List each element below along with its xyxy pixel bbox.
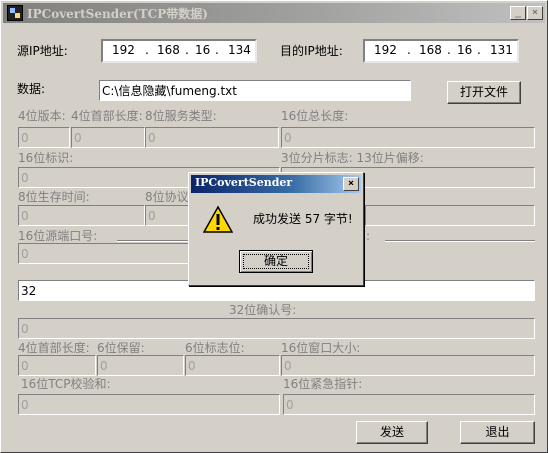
dialog-message: 成功发送 57 字节!	[253, 212, 353, 226]
flags-label: 6位标志位:	[185, 341, 245, 355]
src-port-field[interactable]: 0	[18, 243, 190, 264]
version-label: 4位版本:	[18, 109, 66, 123]
protocol-label: 8位协议	[145, 190, 189, 204]
window-title: IPCovertSender(TCP带数据)	[27, 7, 208, 21]
src-ip-octet-4: 134	[228, 43, 251, 57]
dialog-title-bar[interactable]: IPCovertSender ×	[191, 175, 361, 193]
window-size-label: 16位窗口大小:	[281, 341, 361, 355]
src-ip-octet-2: 168	[157, 43, 180, 57]
tcp-header-len-label: 4位首部长度:	[18, 341, 90, 355]
src-ip-label: 源IP地址:	[17, 44, 68, 58]
dst-ip-octet-4: 131	[490, 43, 513, 57]
file-path-input[interactable]: C:\信息隐藏\fumeng.txt	[99, 80, 411, 101]
dst-ip-label: 目的IP地址:	[280, 44, 343, 58]
ip-header-len-label: 4位首部长度:	[71, 109, 143, 123]
ttl-label: 8位生存时间:	[18, 190, 90, 204]
minimize-button[interactable]: _	[510, 6, 526, 20]
tcp-checksum-field[interactable]: 0	[18, 394, 280, 415]
protocol-field[interactable]: 0	[145, 205, 191, 226]
tcp-checksum-label: 16位TCP校验和:	[21, 377, 111, 391]
warning-icon	[203, 205, 233, 233]
tos-label: 8位服务类型:	[145, 109, 217, 123]
dialog-close-button[interactable]: ×	[343, 177, 359, 191]
close-button[interactable]: ×	[527, 6, 543, 20]
ttl-field[interactable]: 0	[18, 205, 145, 226]
ack-label: 32位确认号:	[229, 303, 297, 317]
urgent-pointer-label: 16位紧急指针:	[283, 377, 363, 391]
dialog-ok-button[interactable]: 确定	[239, 250, 313, 273]
frag-label: 3位分片标志: 13位片偏移:	[281, 151, 424, 165]
dst-ip-octet-3: 16	[457, 43, 473, 57]
total-len-label: 16位总长度:	[281, 109, 349, 123]
dst-ip-octet-2: 168	[419, 43, 442, 57]
src-ip-field[interactable]: 192 . 168 . 16 . 134	[101, 39, 257, 63]
reserved-field[interactable]: 0	[97, 355, 184, 376]
dst-port-label-tail: :	[366, 229, 371, 243]
open-file-button[interactable]: 打开文件	[447, 81, 521, 104]
tcp-header-len-field[interactable]: 0	[18, 355, 96, 376]
flags-field[interactable]: 0	[185, 355, 280, 376]
reserved-label: 6位保留:	[97, 341, 145, 355]
divider	[385, 240, 535, 242]
data-label: 数据:	[17, 82, 46, 96]
title-bar[interactable]: IPCovertSender(TCP带数据) _ ×	[3, 3, 545, 23]
message-dialog: IPCovertSender × 成功发送 57 字节! 确定	[188, 172, 364, 286]
focus-ring	[243, 254, 309, 269]
divider	[117, 240, 189, 242]
ip-header-len-field[interactable]: 0	[71, 127, 145, 148]
app-icon	[7, 5, 23, 21]
src-port-label: 16位源端口号:	[18, 229, 98, 243]
urgent-pointer-field[interactable]: 0	[283, 394, 535, 415]
src-ip-octet-3: 16	[195, 43, 211, 57]
total-len-field[interactable]: 0	[281, 127, 535, 148]
version-field[interactable]: 0	[18, 127, 70, 148]
src-ip-octet-1: 192	[112, 43, 135, 57]
checksum-ip-field[interactable]	[365, 205, 535, 226]
ident-label: 16位标识:	[18, 151, 74, 165]
send-button[interactable]: 发送	[356, 421, 428, 444]
exit-button[interactable]: 退出	[460, 421, 535, 444]
ack-field[interactable]: 0	[18, 318, 535, 339]
dst-ip-field[interactable]: 192 . 168 . 16 . 131	[363, 39, 519, 63]
tos-field[interactable]: 0	[145, 127, 279, 148]
dst-ip-octet-1: 192	[374, 43, 397, 57]
dialog-title: IPCovertSender	[195, 176, 293, 189]
window-size-field[interactable]: 0	[281, 355, 535, 376]
